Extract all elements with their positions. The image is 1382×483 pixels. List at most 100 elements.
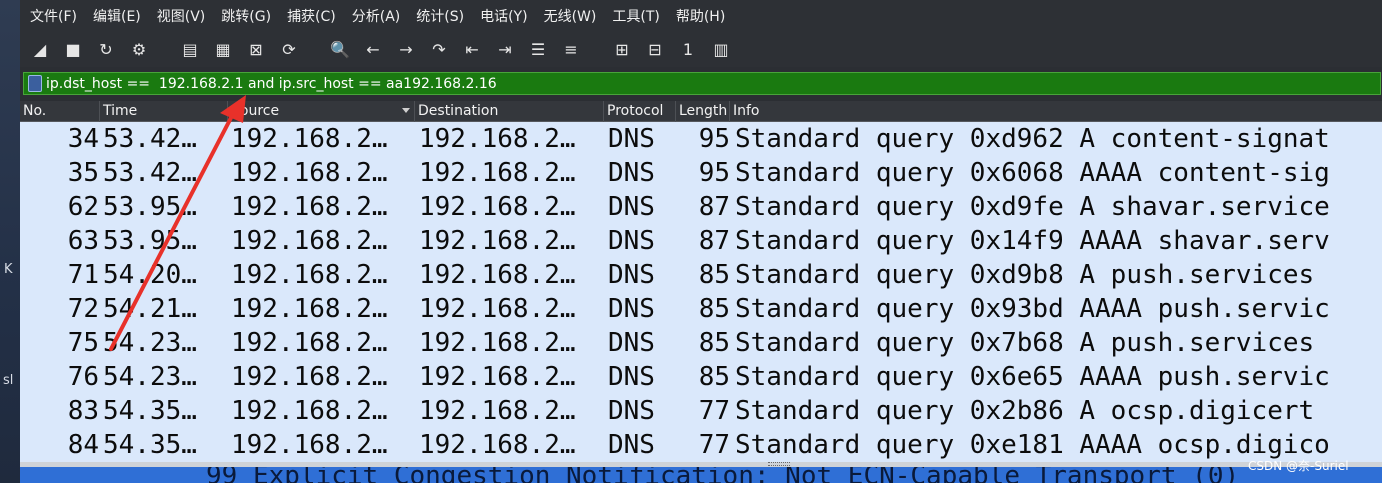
sort-descending-icon xyxy=(402,108,410,113)
packet-cell-no: 76 xyxy=(67,362,99,392)
column-header-no[interactable]: No. xyxy=(20,101,100,122)
packet-cell-destination: 192.168.2… xyxy=(419,430,576,460)
menu-item[interactable]: 编辑(E) xyxy=(85,6,149,26)
go-to-packet-icon[interactable]: ↷ xyxy=(425,35,453,63)
packet-cell-protocol: DNS xyxy=(608,362,655,392)
packet-cell-protocol: DNS xyxy=(608,396,655,426)
stop-square-icon[interactable]: ■ xyxy=(59,35,87,63)
packet-row[interactable]: 62 53.95… 192.168.2… 192.168.2… DNS 87 Standar… xyxy=(20,190,1382,224)
packet-cell-destination: 192.168.2… xyxy=(419,158,576,188)
selected-row-text: 99 Explicit Congestion Notification: Not… xyxy=(206,467,1240,483)
packet-row[interactable]: 76 54.23… 192.168.2… 192.168.2… DNS 85 Standar… xyxy=(20,360,1382,394)
packet-cell-info: Standard query 0xd9b8 A push.services xyxy=(735,260,1315,290)
gear-options-icon[interactable]: ⚙ xyxy=(125,35,153,63)
zoom-out-icon[interactable]: ⊟ xyxy=(641,35,669,63)
menu-item[interactable]: 跳转(G) xyxy=(213,6,279,26)
filter-bookmark-icon[interactable] xyxy=(28,75,42,92)
last-packet-icon[interactable]: ⇥ xyxy=(491,35,519,63)
packet-cell-source: 192.168.2… xyxy=(231,158,388,188)
packet-cell-info: Standard query 0xd962 A content-signat xyxy=(735,124,1330,154)
packet-cell-length: 85 xyxy=(698,260,730,290)
wireshark-window: 文件(F) 编辑(E) 视图(V) 跳转(G) 捕获(C) 分析(A) 统计(S) 电话(Y)… xyxy=(20,0,1382,483)
column-header-destination[interactable]: Destination xyxy=(415,101,604,122)
packet-cell-protocol: DNS xyxy=(608,192,655,222)
search-icon[interactable]: 🔍 xyxy=(326,35,354,63)
packet-cell-no: 34 xyxy=(67,124,99,154)
packet-cell-source: 192.168.2… xyxy=(231,396,388,426)
packet-cell-info: Standard query 0x6068 AAAA content-sig xyxy=(735,158,1330,188)
packet-row[interactable]: 71 54.20… 192.168.2… 192.168.2… DNS 85 Standar… xyxy=(20,258,1382,292)
first-packet-icon[interactable]: ⇤ xyxy=(458,35,486,63)
menu-item[interactable]: 电话(Y) xyxy=(472,6,535,26)
column-header-info[interactable]: Info xyxy=(730,101,1382,122)
back-arrow-icon[interactable]: ← xyxy=(359,35,387,63)
packet-cell-protocol: DNS xyxy=(608,430,655,460)
packet-list: 34 53.42… 192.168.2… 192.168.2… DNS 95 Standar… xyxy=(20,122,1382,462)
restart-fin-icon[interactable]: ↻ xyxy=(92,35,120,63)
packet-cell-destination: 192.168.2… xyxy=(419,124,576,154)
column-header-length[interactable]: Length xyxy=(676,101,730,122)
packet-cell-info: Standard query 0x93bd AAAA push.servic xyxy=(735,294,1330,324)
menu-item[interactable]: 文件(F) xyxy=(22,6,85,26)
packet-cell-time: 53.42… xyxy=(103,158,197,188)
packet-cell-source: 192.168.2… xyxy=(231,260,388,290)
menu-item[interactable]: 分析(A) xyxy=(344,6,409,26)
packet-row[interactable]: 63 53.95… 192.168.2… 192.168.2… DNS 87 Standar… xyxy=(20,224,1382,258)
packet-cell-no: 83 xyxy=(67,396,99,426)
packet-cell-length: 85 xyxy=(698,328,730,358)
shark-fin-start-icon[interactable]: ◢ xyxy=(26,35,54,63)
auto-scroll-icon[interactable]: ☰ xyxy=(524,35,552,63)
reload-file-icon[interactable]: ⟳ xyxy=(275,35,303,63)
display-filter-input[interactable] xyxy=(46,73,1380,94)
desktop-edge: K sl xyxy=(0,0,20,483)
packet-cell-protocol: DNS xyxy=(608,158,655,188)
packet-cell-time: 53.95… xyxy=(103,192,197,222)
packet-cell-time: 54.23… xyxy=(103,362,197,392)
packet-cell-length: 77 xyxy=(698,396,730,426)
menu-item[interactable]: 视图(V) xyxy=(149,6,214,26)
packet-row[interactable]: 84 54.35… 192.168.2… 192.168.2… DNS 77 Standar… xyxy=(20,428,1382,462)
packet-cell-time: 54.23… xyxy=(103,328,197,358)
main-toolbar: ◢ ■ ↻ ⚙ ▤ ▦ ⊠ ⟳ 🔍 ← → ↷ ⇤ ⇥ ☰ ≡ ⊞ ⊟ 1 ▥ xyxy=(20,31,1382,67)
packet-cell-no: 35 xyxy=(67,158,99,188)
packet-cell-source: 192.168.2… xyxy=(231,226,388,256)
packet-cell-protocol: DNS xyxy=(608,294,655,324)
column-header-protocol[interactable]: Protocol xyxy=(604,101,676,122)
splitter-handle-icon[interactable] xyxy=(768,462,790,466)
selected-packet-detail-row[interactable]: 99 Explicit Congestion Notification: Not… xyxy=(20,467,1382,483)
packet-cell-info: Standard query 0x2b86 A ocsp.digicert xyxy=(735,396,1315,426)
packet-cell-destination: 192.168.2… xyxy=(419,396,576,426)
packet-cell-destination: 192.168.2… xyxy=(419,328,576,358)
forward-arrow-icon[interactable]: → xyxy=(392,35,420,63)
packet-cell-source: 192.168.2… xyxy=(231,328,388,358)
close-file-icon[interactable]: ⊠ xyxy=(242,35,270,63)
open-file-icon[interactable]: ▤ xyxy=(176,35,204,63)
packet-row[interactable]: 75 54.23… 192.168.2… 192.168.2… DNS 85 Standar… xyxy=(20,326,1382,360)
resize-columns-icon[interactable]: ▥ xyxy=(707,35,735,63)
normal-size-icon[interactable]: 1 xyxy=(674,35,702,63)
toolbar-separator xyxy=(596,35,602,63)
packet-cell-no: 62 xyxy=(67,192,99,222)
packet-row[interactable]: 83 54.35… 192.168.2… 192.168.2… DNS 77 Standar… xyxy=(20,394,1382,428)
menu-item[interactable]: 工具(T) xyxy=(604,6,667,26)
packet-cell-protocol: DNS xyxy=(608,124,655,154)
packet-cell-length: 87 xyxy=(698,226,730,256)
column-header-time[interactable]: Time xyxy=(100,101,228,122)
packet-cell-no: 84 xyxy=(67,430,99,460)
packet-row[interactable]: 34 53.42… 192.168.2… 192.168.2… DNS 95 Standar… xyxy=(20,122,1382,156)
packet-cell-time: 54.21… xyxy=(103,294,197,324)
menu-item[interactable]: 统计(S) xyxy=(408,6,472,26)
packet-row[interactable]: 35 53.42… 192.168.2… 192.168.2… DNS 95 Standar… xyxy=(20,156,1382,190)
save-file-icon[interactable]: ▦ xyxy=(209,35,237,63)
colorize-icon[interactable]: ≡ xyxy=(557,35,585,63)
menu-item[interactable]: 捕获(C) xyxy=(279,6,344,26)
menu-item[interactable]: 无线(W) xyxy=(536,6,605,26)
packet-cell-time: 54.35… xyxy=(103,430,197,460)
column-header-source[interactable]: Source xyxy=(228,101,415,122)
menu-item[interactable]: 帮助(H) xyxy=(668,6,733,26)
packet-cell-info: Standard query 0x14f9 AAAA shavar.serv xyxy=(735,226,1330,256)
packet-row[interactable]: 72 54.21… 192.168.2… 192.168.2… DNS 85 Standar… xyxy=(20,292,1382,326)
packet-cell-length: 85 xyxy=(698,362,730,392)
zoom-in-icon[interactable]: ⊞ xyxy=(608,35,636,63)
packet-cell-length: 95 xyxy=(698,158,730,188)
